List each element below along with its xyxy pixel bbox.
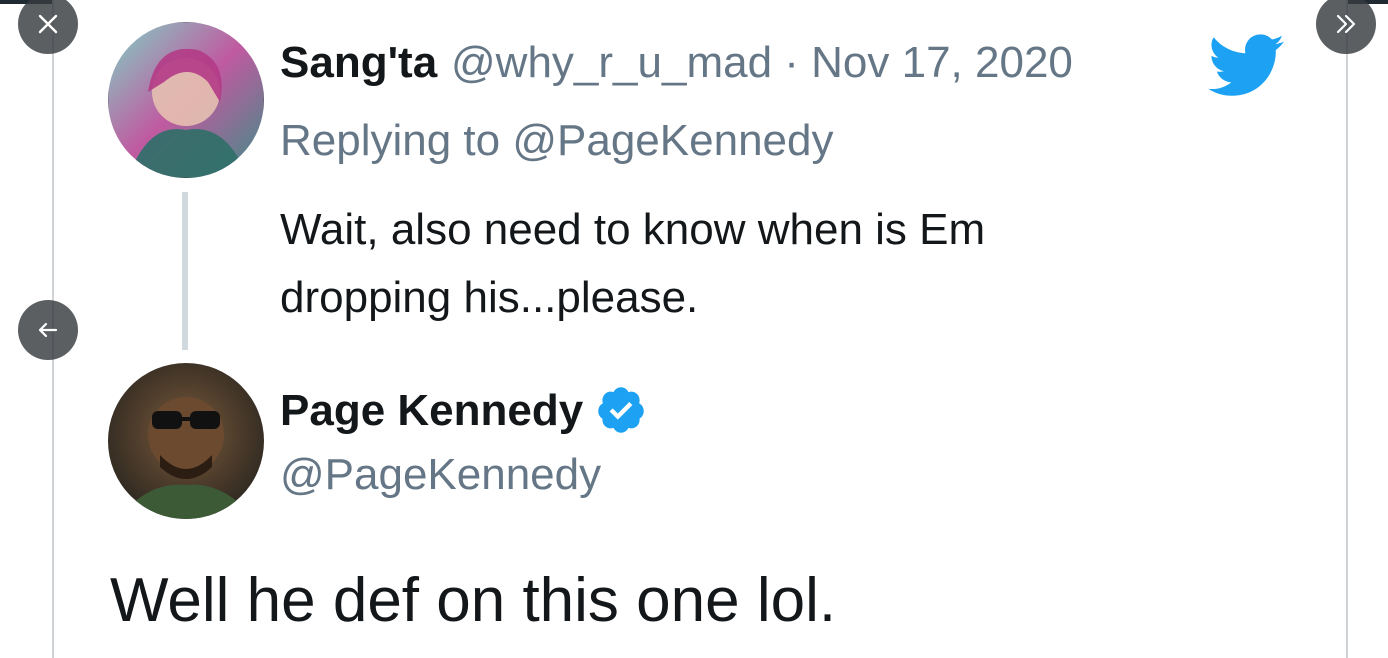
- close-icon: [38, 14, 58, 34]
- twitter-bird-icon: [1208, 34, 1285, 96]
- main-tweet-text: Well he def on this one lol.: [110, 566, 837, 635]
- avatar[interactable]: [108, 363, 264, 519]
- avatar[interactable]: [108, 22, 264, 178]
- reply-author-name[interactable]: Sang'ta: [280, 38, 437, 88]
- main-author-handle[interactable]: @PageKennedy: [280, 450, 601, 500]
- arrow-left-icon: [38, 322, 58, 338]
- reply-tweet-text-line-2: dropping his...please.: [280, 273, 699, 322]
- verified-badge-icon: [598, 387, 644, 433]
- reply-tweet-text: Wait, also need to know when is Em dropp…: [280, 196, 985, 332]
- reply-author-handle-date[interactable]: @why_r_u_mad · Nov 17, 2020: [451, 38, 1073, 88]
- thread-connector-line: [182, 192, 188, 350]
- avatar-image: [108, 22, 264, 178]
- avatar-image: [108, 363, 264, 519]
- next-button[interactable]: [1316, 0, 1376, 54]
- double-chevron-right-icon: [1336, 14, 1356, 34]
- back-button[interactable]: [18, 300, 78, 360]
- replying-to-label[interactable]: Replying to @PageKennedy: [280, 116, 833, 166]
- reply-tweet-text-line-1: Wait, also need to know when is Em: [280, 205, 986, 254]
- tweet-screenshot-viewer: Sang'ta @why_r_u_mad · Nov 17, 2020 Repl…: [0, 0, 1388, 658]
- main-author-name[interactable]: Page Kennedy: [280, 386, 583, 436]
